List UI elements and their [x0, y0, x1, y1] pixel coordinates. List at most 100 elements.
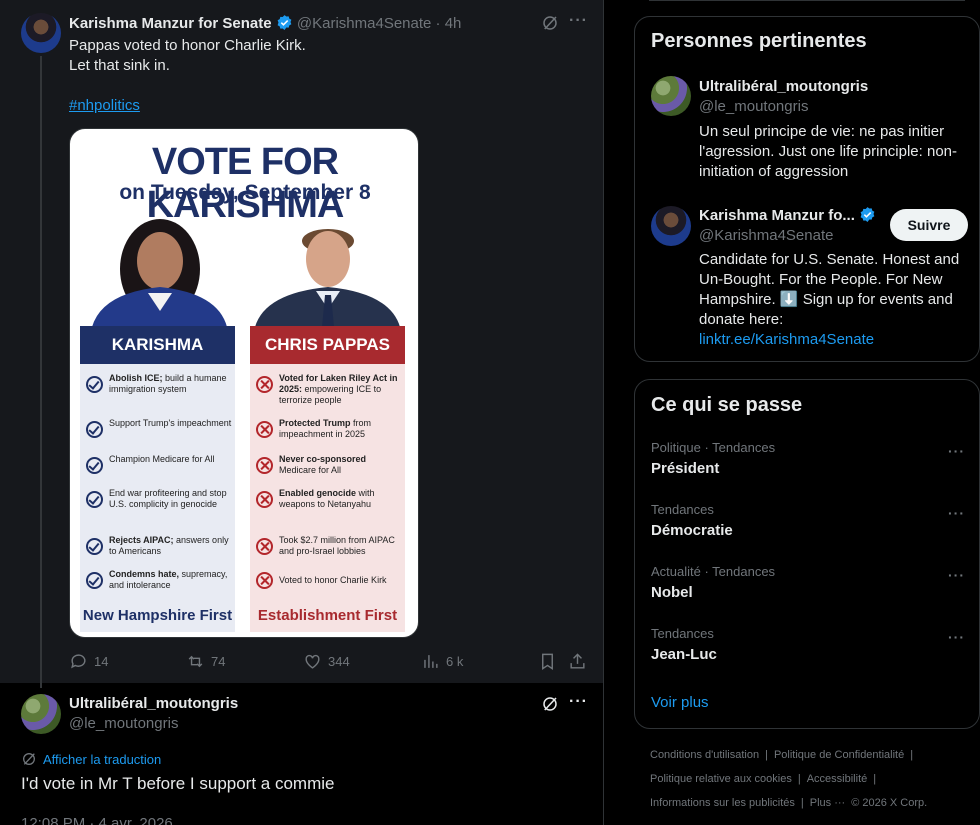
- grok-icon[interactable]: [541, 14, 559, 32]
- cross-icon: [256, 376, 273, 393]
- left-point: Rejects AIPAC; answers only to Americans: [109, 535, 229, 556]
- share-button[interactable]: [568, 652, 587, 671]
- thread-line: [40, 56, 42, 688]
- footer-link-more[interactable]: Plus ···: [810, 797, 845, 809]
- like-button[interactable]: 344: [303, 652, 350, 671]
- person-bio-line: Candidate for U.S. Senate. Honest and: [699, 251, 960, 268]
- person-avatar[interactable]: [651, 206, 691, 246]
- reply-author-name[interactable]: Ultralibéral_moutongris: [69, 695, 238, 712]
- right-footer: Establishment First: [257, 607, 398, 624]
- more-options-icon[interactable]: ···: [948, 505, 965, 521]
- repost-button[interactable]: 74: [186, 652, 225, 671]
- more-options-icon[interactable]: ···: [569, 12, 588, 30]
- left-point: Condemns hate, supremacy, and intoleranc…: [109, 569, 228, 590]
- more-options-icon[interactable]: ···: [569, 693, 588, 711]
- author-name[interactable]: Karishma Manzur for Senate: [69, 15, 272, 32]
- reply-count: 14: [94, 654, 109, 669]
- repost-count: 74: [211, 654, 226, 669]
- bio-link[interactable]: linktr.ee/Karishma4Senate: [699, 330, 874, 350]
- repost-icon: [188, 655, 203, 668]
- cross-icon: [256, 457, 273, 474]
- candidate-photo-left: [92, 219, 227, 327]
- share-icon: [570, 653, 585, 669]
- hashtag-link[interactable]: #nhpolitics: [69, 96, 140, 116]
- reply-avatar[interactable]: [21, 694, 61, 734]
- footer-separator: |: [797, 773, 801, 785]
- grok-icon[interactable]: [541, 695, 559, 713]
- card-subtitle: on Tuesday, September 8: [119, 181, 371, 204]
- left-point: Support Trump's impeachment: [109, 418, 232, 428]
- footer-separator: |: [800, 797, 804, 809]
- person-name-row[interactable]: Karishma Manzur fo...: [699, 206, 876, 226]
- tweet-image[interactable]: VOTE FOR KARISHMA on Tuesday, September …: [69, 128, 419, 638]
- footer-separator: |: [765, 749, 768, 761]
- right-point: Voted for Laken Riley Act in 2025: empow…: [279, 373, 398, 405]
- views-icon: [424, 655, 438, 668]
- person-bio-line: initiation of aggression: [699, 163, 849, 180]
- verified-badge-icon: [277, 15, 292, 30]
- cross-icon: [256, 538, 273, 555]
- app-root: Karishma Manzur for Senate @Karishma4Sen…: [0, 0, 980, 825]
- footer-copyright: © 2026 X Corp.: [851, 797, 928, 809]
- author-handle-time[interactable]: @Karishma4Senate · 4h: [297, 15, 461, 32]
- footer-link-privacy[interactable]: Politique de Confidentialité: [774, 749, 904, 761]
- follow-button[interactable]: Suivre: [890, 209, 968, 241]
- relevant-people-panel: Personnes pertinentes Ultralibéral_mouto…: [634, 16, 980, 362]
- cross-icon: [256, 572, 273, 589]
- left-point: Abolish ICE; build a humane immigration …: [109, 373, 227, 394]
- reply-button[interactable]: 14: [69, 652, 108, 671]
- tweet-header: Karishma Manzur for Senate @Karishma4Sen…: [69, 14, 461, 32]
- view-count: 6 k: [446, 654, 464, 669]
- right-point: Voted to honor Charlie Kirk: [279, 575, 387, 585]
- panel-title: Ce qui se passe: [651, 394, 803, 416]
- candidate-photo-right: [255, 229, 400, 327]
- footer-row: Politique relative aux cookies | Accessibi…: [650, 773, 882, 785]
- cross-icon: [256, 421, 273, 438]
- trend-meta: Actualité · Tendances: [651, 564, 776, 579]
- check-icon: [86, 376, 103, 393]
- avatar[interactable]: [21, 13, 61, 53]
- tweet-text-line2: Let that sink in.: [69, 57, 170, 74]
- reply-icon: [71, 654, 86, 669]
- reply-timestamp[interactable]: 12:08 PM · 4 avr. 2026: [21, 814, 173, 825]
- views-button[interactable]: 6 k: [421, 652, 463, 671]
- trend-name: Démocratie: [651, 522, 733, 539]
- footer-separator: |: [873, 773, 877, 785]
- check-icon: [86, 491, 103, 508]
- right-point: Enabled genocide with weapons to Netanya…: [279, 488, 375, 509]
- more-options-icon[interactable]: ···: [948, 443, 965, 459]
- right-point: Took $2.7 million from AIPAC and pro-Isr…: [279, 535, 395, 556]
- footer-link-terms[interactable]: Conditions d'utilisation: [650, 749, 759, 761]
- reply-author-handle[interactable]: @le_moutongris: [69, 715, 178, 732]
- footer-link-accessibility[interactable]: Accessibilité: [807, 773, 868, 785]
- footer-row: Conditions d'utilisation | Politique de Co…: [650, 749, 919, 761]
- person-avatar[interactable]: [651, 76, 691, 116]
- right-point: Protected Trump from impeachment in 2025: [279, 418, 372, 439]
- bookmark-button[interactable]: [538, 652, 557, 671]
- tweet[interactable]: Karishma Manzur for Senate @Karishma4Sen…: [0, 0, 603, 688]
- trends-panel: Ce qui se passe Politique · Tendances Pr…: [634, 379, 980, 729]
- trend-name: Nobel: [651, 584, 693, 601]
- more-options-icon[interactable]: ···: [948, 567, 965, 583]
- left-point: Champion Medicare for All: [109, 454, 215, 464]
- footer-row: Informations sur les publicités | Plus ···…: [650, 797, 933, 809]
- check-icon: [86, 538, 103, 555]
- footer-link-cookies[interactable]: Politique relative aux cookies: [650, 773, 792, 785]
- footer-separator: |: [910, 749, 914, 761]
- footer-link-ads[interactable]: Informations sur les publicités: [650, 797, 795, 809]
- translate-link[interactable]: Afficher la traduction: [21, 751, 161, 767]
- more-options-icon[interactable]: ···: [948, 629, 965, 645]
- person-name[interactable]: Ultralibéral_moutongris: [699, 77, 868, 97]
- show-more-link[interactable]: Voir plus: [651, 693, 709, 713]
- right-point: Never co-sponsored Medicare for All: [279, 454, 367, 475]
- trend-name: Jean-Luc: [651, 646, 717, 663]
- person-handle[interactable]: @le_moutongris: [699, 97, 808, 117]
- verified-badge-icon: [860, 207, 875, 222]
- panel-title: Personnes pertinentes: [651, 30, 867, 52]
- left-point: End war profiteering and stop U.S. compl…: [109, 488, 227, 509]
- person-handle[interactable]: @Karishma4Senate: [699, 226, 833, 246]
- bookmark-icon: [542, 653, 553, 670]
- tweet-text-line1: Pappas voted to honor Charlie Kirk.: [69, 37, 306, 54]
- heart-icon: [305, 654, 320, 669]
- reply-text: I'd vote in Mr T before I support a comm…: [21, 774, 335, 793]
